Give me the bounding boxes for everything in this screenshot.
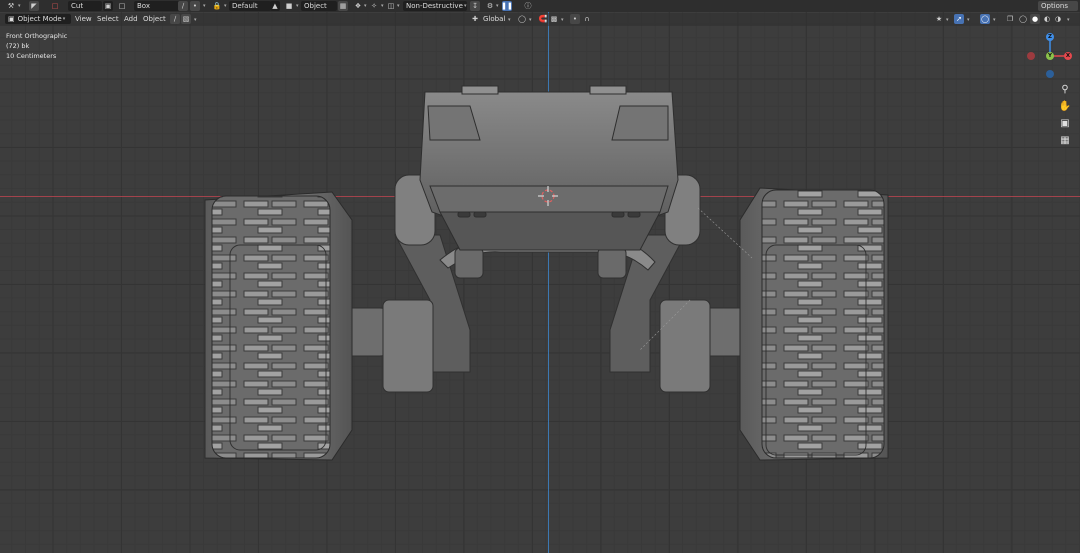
- view-header: ▣ Object Mode ▾ View Select Add Object ∕…: [0, 13, 1080, 26]
- orientation-dropdown[interactable]: Global: [480, 14, 508, 24]
- pivot-icon[interactable]: ◯: [517, 14, 527, 24]
- lock-icon[interactable]: 🔒: [212, 1, 222, 11]
- left-wheel: [204, 191, 353, 461]
- object-type-icon[interactable]: ■: [284, 1, 294, 11]
- material-shading-icon[interactable]: ◐: [1042, 14, 1052, 24]
- hammer-icon[interactable]: ⚒: [6, 1, 16, 11]
- menu-select[interactable]: Select: [94, 14, 122, 24]
- cut-icon[interactable]: □: [50, 1, 60, 11]
- box-mode-icon[interactable]: ▣: [103, 1, 113, 11]
- menu-view[interactable]: View: [72, 14, 95, 24]
- gizmo-z-axis[interactable]: Z: [1046, 33, 1054, 41]
- tool-header: ⚒ ▾ ◤ □ Cut ▣ □ Box ∕ • ▾ 🔒 ▾ Default ▲ …: [0, 0, 1080, 12]
- mode-selector[interactable]: ▣ Object Mode ▾: [5, 14, 71, 24]
- grid-icon[interactable]: ▦: [1058, 133, 1072, 147]
- 3d-cursor-icon[interactable]: [538, 186, 558, 206]
- gear-icon[interactable]: ⚙: [485, 1, 495, 11]
- wireframe-shading-icon[interactable]: ◯: [1018, 14, 1028, 24]
- xray-icon[interactable]: ❐: [1005, 14, 1015, 24]
- fill-icon[interactable]: ∕: [170, 14, 180, 24]
- help-icon[interactable]: ⓘ: [523, 1, 533, 11]
- dot-icon[interactable]: •: [190, 1, 200, 11]
- proportional-edit-icon[interactable]: •: [570, 14, 580, 24]
- default-dropdown[interactable]: Default: [229, 1, 271, 11]
- cut-dropdown[interactable]: Cut: [68, 1, 102, 11]
- line-icon[interactable]: ∕: [178, 1, 188, 11]
- right-wheel: [739, 187, 889, 461]
- options-dropdown[interactable]: Options: [1038, 1, 1078, 11]
- snap-icon[interactable]: 🧲: [538, 14, 548, 24]
- rendered-shading-icon[interactable]: ◑: [1053, 14, 1063, 24]
- grid-scale-label: 10 Centimeters: [6, 52, 57, 60]
- collection-label: (72) bk: [6, 42, 30, 50]
- pause-icon[interactable]: ❚❚: [501, 1, 513, 11]
- stamp-icon[interactable]: ▧: [181, 14, 191, 24]
- object-mode-icon: ▣: [8, 15, 15, 23]
- mirror-icon[interactable]: ✧: [369, 1, 379, 11]
- orientation-icon[interactable]: ✚: [470, 14, 480, 24]
- snap-target-icon[interactable]: ▲: [270, 1, 280, 11]
- menu-add[interactable]: Add: [121, 14, 141, 24]
- gizmo-x-axis[interactable]: X: [1064, 52, 1072, 60]
- menu-object[interactable]: Object: [140, 14, 169, 24]
- 3d-viewport[interactable]: Front Orthographic (72) bk 10 Centimeter…: [0, 0, 1080, 553]
- proportional-icon[interactable]: ❖: [353, 1, 363, 11]
- snap-increment-icon[interactable]: ▩: [549, 14, 559, 24]
- apply-icon[interactable]: ↧: [470, 1, 480, 11]
- gizmo-toggle-icon[interactable]: ➚: [954, 14, 964, 24]
- object-dropdown[interactable]: Object: [301, 1, 337, 11]
- solid-shading-icon[interactable]: ●: [1030, 14, 1040, 24]
- hand-icon[interactable]: ✋: [1058, 99, 1072, 113]
- mode-label: Object Mode: [17, 15, 62, 23]
- falloff-icon[interactable]: ∩: [582, 14, 592, 24]
- mode-dropdown[interactable]: Non-Destructive: [403, 1, 467, 11]
- gizmo-y-axis[interactable]: Y: [1046, 52, 1054, 60]
- overlays-icon[interactable]: ◯: [980, 14, 990, 24]
- box-icon[interactable]: □: [117, 1, 127, 11]
- camera-icon[interactable]: ▣: [1058, 116, 1072, 130]
- grid-snap-icon[interactable]: ▦: [338, 1, 348, 11]
- array-icon[interactable]: ◫: [386, 1, 396, 11]
- view-name: Front Orthographic: [6, 32, 68, 40]
- visibility-icon[interactable]: ★: [934, 14, 944, 24]
- blender-window: Front Orthographic (72) bk 10 Centimeter…: [0, 0, 1080, 553]
- box-dropdown[interactable]: Box: [134, 1, 180, 11]
- rover-model[interactable]: [0, 0, 1080, 553]
- zoom-icon[interactable]: ⚲: [1058, 82, 1072, 96]
- gizmo-neg-z-axis[interactable]: [1046, 70, 1054, 78]
- navigation-gizmo[interactable]: Z Y X: [1024, 30, 1076, 80]
- rover-body: [419, 85, 679, 251]
- gizmo-neg-x-axis[interactable]: [1027, 52, 1035, 60]
- select-icon[interactable]: ◤: [29, 1, 39, 11]
